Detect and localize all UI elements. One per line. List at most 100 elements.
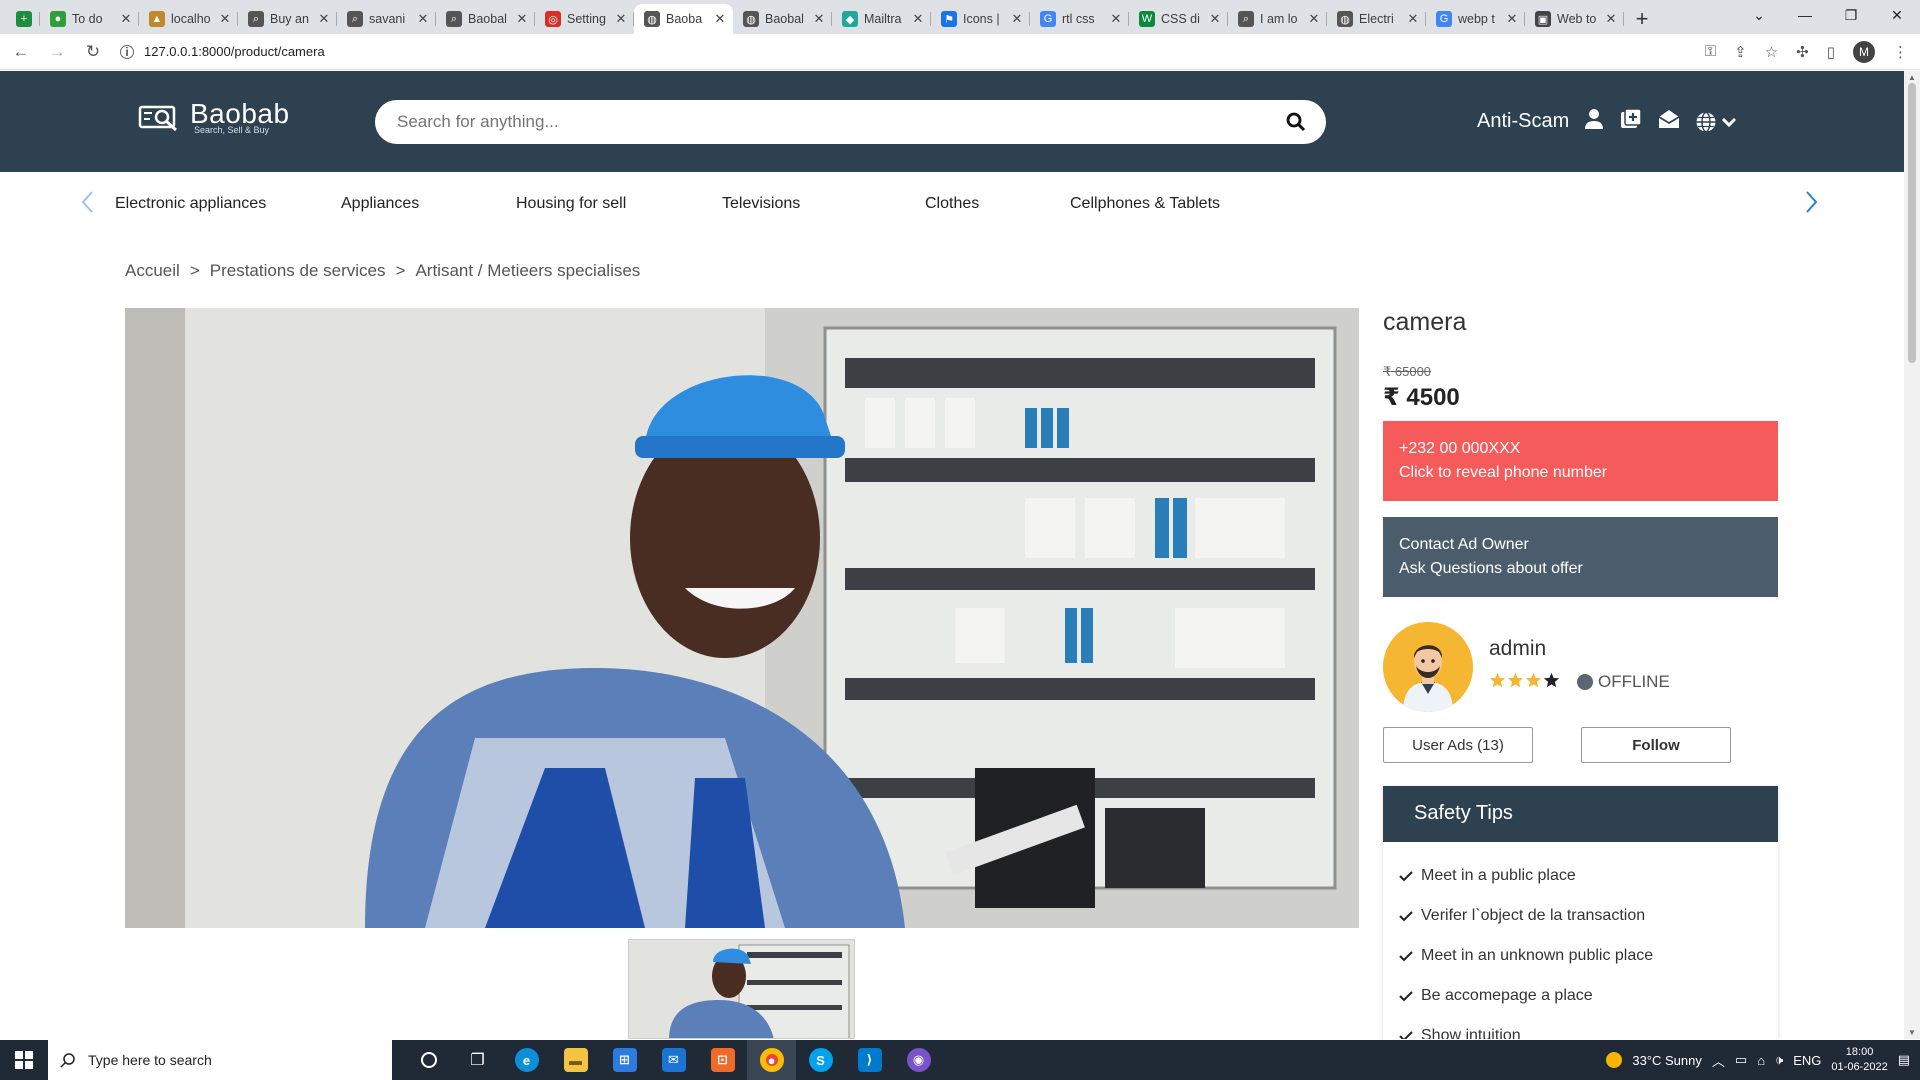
messages-icon[interactable]	[1657, 108, 1681, 135]
taskbar-search[interactable]: Type here to search	[48, 1040, 392, 1080]
breadcrumb-home[interactable]: Accueil	[125, 261, 180, 281]
tab-close-icon[interactable]: ✕	[1406, 11, 1420, 27]
tab-close-icon[interactable]: ✕	[515, 11, 529, 27]
tab-close-icon[interactable]: ✕	[416, 11, 430, 27]
user-icon[interactable]	[1583, 108, 1605, 135]
tab-close-icon[interactable]: ✕	[317, 11, 331, 27]
category-prev-arrow-icon[interactable]	[80, 190, 94, 219]
browser-tab[interactable]: ⌕ savani ✕	[337, 4, 436, 34]
category-cellphones-tablets[interactable]: Cellphones & Tablets	[1070, 195, 1220, 213]
start-button[interactable]	[0, 1040, 48, 1080]
contact-owner-button[interactable]: Contact Ad Owner Ask Questions about off…	[1383, 517, 1778, 597]
tab-search-icon[interactable]: ⌄	[1736, 0, 1782, 30]
share-icon[interactable]: ⇪	[1734, 43, 1747, 61]
anti-scam-link[interactable]: Anti-Scam	[1477, 110, 1569, 133]
category-televisions[interactable]: Televisions	[722, 195, 800, 213]
browser-tab[interactable]: W CSS di ✕	[1129, 4, 1228, 34]
browser-tab[interactable]: ◍ Baoba ✕	[634, 4, 733, 34]
weather-text[interactable]: 33°C Sunny	[1632, 1053, 1702, 1068]
breadcrumb-category[interactable]: Prestations de services	[210, 261, 386, 281]
browser-tab[interactable]: ◎ Setting ✕	[535, 4, 634, 34]
tab-close-icon[interactable]: ✕	[1604, 11, 1618, 27]
reload-button[interactable]: ↻	[78, 42, 108, 62]
reveal-phone-button[interactable]: +232 00 000XXX Click to reveal phone num…	[1383, 421, 1778, 501]
seller-avatar[interactable]	[1383, 622, 1473, 712]
edge-icon[interactable]: e	[502, 1040, 551, 1080]
browser-tab[interactable]: +	[0, 4, 40, 34]
browser-tab[interactable]: ◍ Electri ✕	[1327, 4, 1426, 34]
follow-button[interactable]: Follow	[1581, 727, 1731, 763]
tray-chevron-icon[interactable]: ︿	[1712, 1051, 1725, 1070]
new-tab-button[interactable]: +	[1624, 4, 1660, 34]
browser-tab[interactable]: ▣ Web to ✕	[1525, 4, 1624, 34]
app-orange-icon[interactable]: ⊡	[698, 1040, 747, 1080]
tab-close-icon[interactable]: ✕	[218, 11, 232, 27]
tray-language[interactable]: ENG	[1793, 1053, 1821, 1068]
github-desktop-icon[interactable]: ◉	[894, 1040, 943, 1080]
key-icon[interactable]: ⚿	[1705, 43, 1716, 60]
browser-tab[interactable]: ◆ Mailtra ✕	[832, 4, 931, 34]
back-button[interactable]: ←	[6, 42, 36, 62]
tab-close-icon[interactable]: ✕	[1109, 11, 1123, 27]
tab-close-icon[interactable]: ✕	[812, 11, 826, 27]
browser-tab[interactable]: Gwebp t ✕	[1426, 4, 1525, 34]
search-icon[interactable]	[1266, 112, 1326, 132]
side-panel-icon[interactable]: ▯	[1827, 43, 1835, 61]
restore-button[interactable]: ❐	[1828, 0, 1874, 30]
tab-close-icon[interactable]: ✕	[1505, 11, 1519, 27]
scroll-up-arrow-icon[interactable]: ▲	[1908, 73, 1916, 82]
url-field[interactable]: i 127.0.0.1:8000/product/camera	[120, 38, 1705, 66]
task-view-icon[interactable]: ❐	[453, 1040, 502, 1080]
tab-close-icon[interactable]: ✕	[713, 11, 727, 27]
file-explorer-icon[interactable]: ▬	[551, 1040, 600, 1080]
close-window-button[interactable]: ✕	[1874, 0, 1920, 30]
minimize-button[interactable]: —	[1782, 0, 1828, 30]
scrollbar-thumb[interactable]	[1908, 83, 1916, 363]
forward-button[interactable]: →	[42, 42, 72, 62]
browser-tab[interactable]: ⌕ Baobal ✕	[436, 4, 535, 34]
notifications-icon[interactable]: ▤	[1898, 1052, 1910, 1068]
tray-clock[interactable]: 18:00 01-06-2022	[1831, 1045, 1887, 1075]
profile-avatar[interactable]: M	[1853, 40, 1875, 63]
bookmark-star-icon[interactable]: ☆	[1765, 43, 1778, 61]
tab-close-icon[interactable]: ✕	[1307, 11, 1321, 27]
browser-tab[interactable]: Grtl css ✕	[1030, 4, 1129, 34]
breadcrumb-subcategory[interactable]: Artisant / Metieers specialises	[415, 261, 640, 281]
vscode-icon[interactable]: ⟩	[845, 1040, 894, 1080]
cortana-icon[interactable]	[404, 1040, 453, 1080]
browser-tab[interactable]: ▲ localho ✕	[139, 4, 238, 34]
product-main-image[interactable]	[125, 308, 1359, 928]
browser-menu-icon[interactable]: ⋮	[1893, 43, 1908, 61]
extensions-icon[interactable]: ✣	[1796, 43, 1809, 61]
post-ad-icon[interactable]	[1619, 107, 1643, 136]
scroll-down-arrow-icon[interactable]: ▼	[1908, 1028, 1916, 1037]
tab-close-icon[interactable]: ✕	[119, 11, 133, 27]
browser-tab[interactable]: ⚑ Icons | ✕	[931, 4, 1030, 34]
chrome-icon[interactable]: ●	[747, 1040, 796, 1080]
tab-close-icon[interactable]: ✕	[1010, 11, 1024, 27]
tab-close-icon[interactable]: ✕	[911, 11, 925, 27]
browser-tab[interactable]: ● To do ✕	[40, 4, 139, 34]
page-scrollbar[interactable]: ▲ ▼	[1904, 71, 1920, 1039]
category-housing[interactable]: Housing for sell	[516, 195, 626, 213]
seller-name[interactable]: admin	[1489, 637, 1546, 661]
category-clothes[interactable]: Clothes	[925, 195, 979, 213]
tray-device-icon[interactable]: ▭	[1735, 1052, 1747, 1068]
tray-network-icon[interactable]: ⌂	[1757, 1053, 1765, 1068]
language-globe-icon[interactable]	[1695, 111, 1737, 133]
product-thumbnail[interactable]	[628, 939, 855, 1039]
user-ads-button[interactable]: User Ads (13)	[1383, 727, 1533, 763]
skype-icon[interactable]: S	[796, 1040, 845, 1080]
tab-close-icon[interactable]: ✕	[614, 11, 628, 27]
store-icon[interactable]: ⊞	[600, 1040, 649, 1080]
tray-volume-icon[interactable]: 🕩	[1775, 1052, 1783, 1068]
category-next-arrow-icon[interactable]	[1805, 190, 1819, 219]
browser-tab[interactable]: ⌕ Buy an ✕	[238, 4, 337, 34]
site-logo[interactable]: Baobab Search, Sell & Buy	[138, 100, 290, 135]
mail-icon[interactable]: ✉	[649, 1040, 698, 1080]
category-appliances[interactable]: Appliances	[341, 195, 419, 213]
category-electronic-appliances[interactable]: Electronic appliances	[115, 195, 266, 213]
tab-close-icon[interactable]: ✕	[1208, 11, 1222, 27]
site-info-icon[interactable]: i	[120, 44, 134, 59]
browser-tab[interactable]: ⌕ I am lo ✕	[1228, 4, 1327, 34]
